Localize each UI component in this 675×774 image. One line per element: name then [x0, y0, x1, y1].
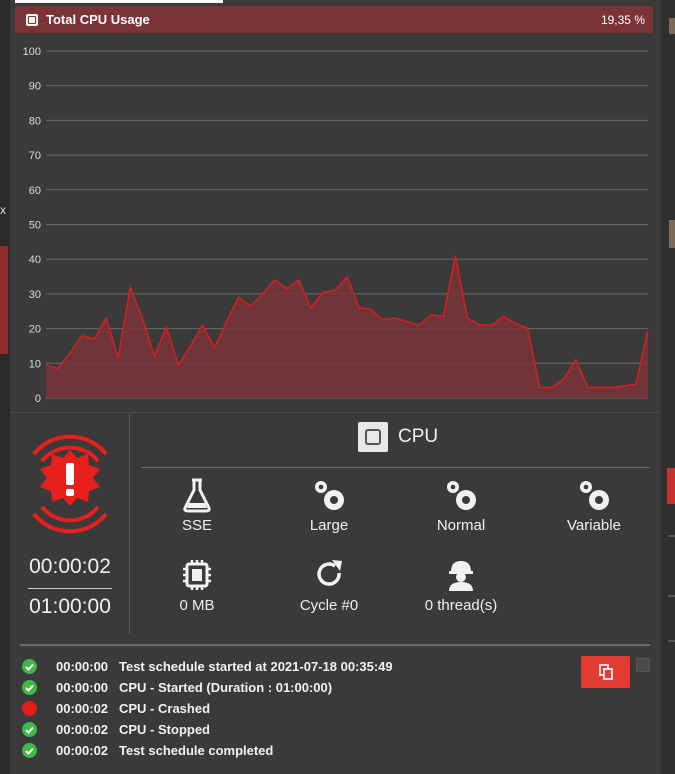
section-divider	[10, 412, 660, 413]
y-tick-label: 70	[29, 150, 41, 162]
cpu-icon	[26, 13, 38, 26]
log-separator	[20, 644, 650, 646]
log-entry: 00:00:02 CPU - Stopped	[22, 719, 393, 740]
y-tick-label: 0	[35, 393, 41, 405]
cpu-chip-icon	[358, 422, 388, 452]
device-title: CPU	[358, 422, 438, 452]
gears-icon	[447, 481, 476, 510]
chart-header: Total CPU Usage 19,35 %	[15, 6, 653, 33]
log-message: CPU - Stopped	[119, 722, 210, 737]
error-dot-icon	[22, 701, 37, 716]
alarm-exclamation-icon	[32, 434, 108, 534]
log-entry: 00:00:02 Test schedule completed	[22, 740, 393, 761]
stat-label: 0 thread(s)	[424, 597, 498, 614]
background-window-left: x	[0, 0, 10, 774]
gears-icon	[315, 481, 344, 510]
y-tick-label: 40	[29, 254, 41, 266]
y-axis-ticks: 1009080706050403020100	[23, 46, 41, 405]
worker-icon	[449, 561, 473, 591]
stat-data-size: Large	[269, 477, 389, 534]
memory-chip-icon	[183, 560, 211, 590]
y-tick-label: 100	[23, 46, 41, 58]
stat-label: Large	[309, 517, 349, 534]
success-check-icon	[22, 743, 37, 758]
cpu-usage-chart: 1009080706050403020100	[23, 46, 649, 405]
device-underline	[141, 467, 650, 468]
log-entry: 00:00:00 CPU - Started (Duration : 01:00…	[22, 677, 393, 698]
log-time: 00:00:02	[56, 701, 109, 716]
stat-threads: 0 thread(s)	[401, 557, 521, 614]
background-tick	[668, 640, 675, 642]
log-message: Test schedule completed	[119, 743, 274, 758]
y-tick-label: 30	[29, 289, 41, 301]
event-log: 00:00:00 Test schedule started at 2021-0…	[22, 656, 393, 761]
log-message: CPU - Started (Duration : 01:00:00)	[119, 680, 333, 695]
success-check-icon	[22, 722, 37, 737]
y-tick-label: 10	[29, 358, 41, 370]
elapsed-time: 00:00:02	[29, 555, 111, 578]
log-menu-toggle[interactable]	[636, 658, 650, 672]
log-time: 00:00:02	[56, 722, 109, 737]
status-divider	[129, 414, 130, 634]
flask-icon	[183, 478, 211, 513]
log-time: 00:00:00	[56, 680, 109, 695]
gears-icon	[580, 481, 609, 510]
y-tick-label: 60	[29, 185, 41, 197]
background-tick	[668, 595, 675, 597]
log-entry: 00:00:02 CPU - Crashed	[22, 698, 393, 719]
stat-label: Variable	[567, 517, 621, 534]
y-tick-label: 90	[29, 81, 41, 93]
cpu-monitor-panel: Total CPU Usage 19,35 % 100 90 80 70 60 50 40 3…	[10, 0, 660, 774]
background-tick	[668, 535, 675, 537]
background-window-right	[660, 0, 675, 774]
log-entry: 00:00:00 Test schedule started at 2021-0…	[22, 656, 393, 677]
y-tick-label: 20	[29, 324, 41, 336]
refresh-icon	[317, 560, 342, 586]
log-message: CPU - Crashed	[119, 701, 211, 716]
y-tick-label: 50	[29, 220, 41, 232]
background-red-box	[667, 468, 675, 504]
background-tile	[669, 18, 675, 34]
stat-priority: Normal	[401, 477, 521, 534]
y-tick-label: 80	[29, 115, 41, 127]
background-tile	[669, 220, 675, 248]
stat-load-mode: Variable	[534, 477, 654, 534]
chart-title: Total CPU Usage	[46, 12, 150, 27]
stat-memory: 0 MB	[137, 557, 257, 614]
log-message: Test schedule started at 2021-07-18 00:3…	[119, 659, 393, 674]
device-name: CPU	[398, 426, 439, 447]
background-text-fragment: x	[0, 203, 6, 217]
background-red-tab	[0, 246, 8, 354]
log-time: 00:00:00	[56, 659, 109, 674]
copy-log-button[interactable]	[581, 656, 630, 688]
log-time: 00:00:02	[56, 743, 109, 758]
stat-cycle: Cycle #0	[269, 557, 389, 614]
active-tab-indicator	[15, 0, 223, 3]
copy-icon	[598, 664, 613, 680]
stat-label: 0 MB	[179, 597, 215, 614]
success-check-icon	[22, 659, 37, 674]
cpu-usage-value: 19,35 %	[600, 12, 645, 27]
stat-label: Normal	[436, 517, 486, 534]
stat-label: Cycle #0	[299, 597, 359, 614]
total-duration: 01:00:00	[29, 595, 111, 618]
stat-instruction-set: SSE	[137, 477, 257, 534]
stat-label: SSE	[181, 517, 212, 534]
timer-separator	[28, 588, 112, 589]
success-check-icon	[22, 680, 37, 695]
